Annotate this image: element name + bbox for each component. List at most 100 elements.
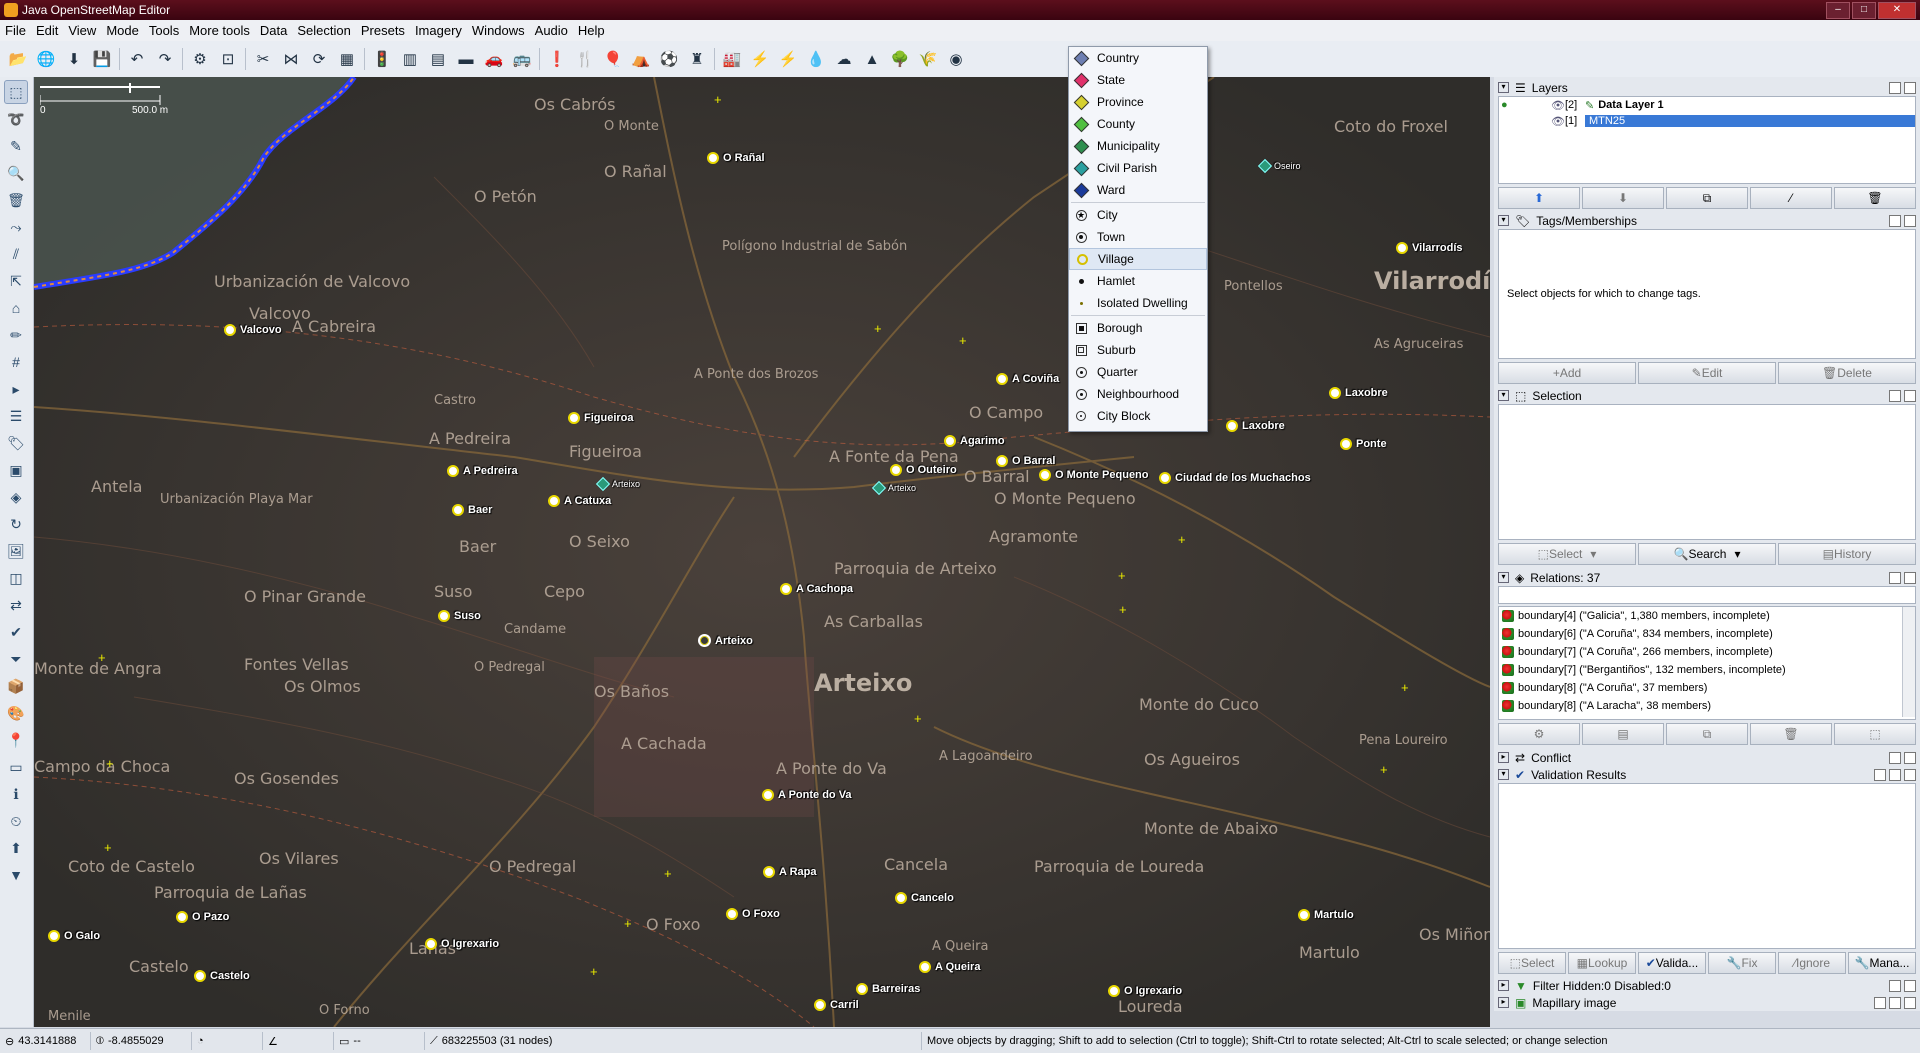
place-icon[interactable]: ◉	[945, 48, 967, 70]
menu-item-province[interactable]: Province	[1069, 91, 1207, 113]
combine-way-icon[interactable]: ⋈	[280, 48, 302, 70]
close-panel-icon[interactable]	[1904, 980, 1916, 992]
signal-icon[interactable]: ▤	[427, 48, 449, 70]
place-node[interactable]: Carril	[814, 999, 859, 1011]
menu-file[interactable]: File	[0, 23, 31, 38]
collapse-toggle-icon[interactable]: ▾	[1498, 769, 1509, 780]
edit-relation-button[interactable]: ▤	[1582, 723, 1664, 745]
menu-item-country[interactable]: Country	[1069, 47, 1207, 69]
leisure-icon[interactable]: 🎈	[602, 48, 624, 70]
close-panel-icon[interactable]	[1904, 997, 1916, 1009]
validation-toggle-icon[interactable]: ✔	[4, 620, 28, 644]
menu-item-neighbourhood[interactable]: Neighbourhood	[1069, 383, 1207, 405]
imagery-toggle-icon[interactable]: ▭	[4, 755, 28, 779]
tags-toggle-icon[interactable]: 🏷	[4, 431, 28, 455]
settings-icon[interactable]	[1874, 769, 1886, 781]
filter-toggle-icon[interactable]: ⏷	[4, 647, 28, 671]
place-node[interactable]: Barreiras	[856, 983, 920, 995]
place-node[interactable]: O Monte Pequeno	[1039, 469, 1149, 481]
sport-icon[interactable]: ⚽	[658, 48, 680, 70]
move-down-button[interactable]: ⬇	[1582, 187, 1664, 209]
notes-toggle-icon[interactable]: 📍	[4, 728, 28, 752]
paint-style-icon[interactable]: 🎨	[4, 701, 28, 725]
ignore-button[interactable]: ⁄ Ignore	[1778, 952, 1846, 974]
peak-icon[interactable]: ▲	[861, 48, 883, 70]
changeset-toggle-icon[interactable]: 📦	[4, 674, 28, 698]
validation-panel-header[interactable]: ▾ ✔ Validation Results	[1494, 766, 1920, 783]
node-marker[interactable]: +	[1401, 681, 1409, 694]
node-marker[interactable]: +	[874, 322, 882, 335]
detach-icon[interactable]	[1889, 752, 1901, 764]
traffic-light-icon[interactable]: 🚦	[371, 48, 393, 70]
node-marker[interactable]: +	[714, 93, 722, 106]
add-tag-button[interactable]: + Add	[1498, 362, 1636, 384]
undo-icon[interactable]: ↶	[126, 48, 148, 70]
close-panel-icon[interactable]	[1904, 769, 1916, 781]
detach-icon[interactable]	[1889, 215, 1901, 227]
car-icon[interactable]: 🚗	[483, 48, 505, 70]
preferences-icon[interactable]: ⚙	[189, 48, 211, 70]
menu-audio[interactable]: Audio	[530, 23, 573, 38]
info-icon[interactable]: ℹ	[4, 782, 28, 806]
tags-panel-header[interactable]: ▾ 🏷 Tags/Memberships	[1494, 212, 1920, 229]
collapse-toggle-icon[interactable]: ▾	[1498, 572, 1509, 583]
node-marker[interactable]: +	[104, 841, 112, 854]
history-icon[interactable]: ⏲	[4, 809, 28, 833]
map-view[interactable]: 0 500.0 m Os Cabrós O Monte O Rañal O Pe…	[34, 77, 1490, 1027]
select-button[interactable]: ⬚ Select ▾	[1498, 543, 1636, 565]
expand-toggle-icon[interactable]: ▸	[1498, 997, 1509, 1008]
place-node[interactable]: O Pazo	[176, 911, 229, 923]
relation-row[interactable]: boundary[7] ("A Coruña", 266 members, in…	[1499, 643, 1915, 661]
tourism-icon[interactable]: ⛺	[630, 48, 652, 70]
delete-relation-button[interactable]: 🗑	[1750, 723, 1832, 745]
zoom-fit-icon[interactable]: ⊡	[217, 48, 239, 70]
extrude-icon[interactable]: ⇱	[4, 269, 28, 293]
place-node[interactable]: Vilarrodís	[1396, 242, 1463, 254]
menu-view[interactable]: View	[63, 23, 101, 38]
menu-item-suburb[interactable]: Suburb	[1069, 339, 1207, 361]
collapse-toggle-icon[interactable]: ▾	[1498, 82, 1509, 93]
validate-button[interactable]: ✔ Valida...	[1638, 952, 1706, 974]
layer-row[interactable]: 👁 [1] MTN25	[1499, 113, 1915, 129]
visibility-eye-icon[interactable]: 👁	[1551, 99, 1565, 112]
power-icon[interactable]: ⚡	[749, 48, 771, 70]
place-node[interactable]: Martulo	[1298, 909, 1354, 921]
place-node[interactable]: Cancelo	[895, 892, 954, 904]
layer-settings-button[interactable]: ⁄	[1750, 187, 1832, 209]
close-button[interactable]: ✕	[1878, 2, 1916, 19]
menu-item-state[interactable]: State	[1069, 69, 1207, 91]
delete-mode-icon[interactable]: 🗑	[4, 188, 28, 212]
place-node[interactable]: O Igrexario	[425, 938, 499, 950]
node-marker[interactable]: +	[98, 651, 106, 664]
upload-icon[interactable]: ⬆	[4, 836, 28, 860]
detach-icon[interactable]	[1889, 997, 1901, 1009]
place-node[interactable]: Agarimo	[944, 435, 1005, 447]
filter-panel-header[interactable]: ▸ ▼ Filter Hidden:0 Disabled:0	[1494, 977, 1920, 994]
node-marker[interactable]: +	[1118, 569, 1126, 582]
place-node[interactable]: A Queira	[919, 961, 980, 973]
minimap-toggle-icon[interactable]: ◫	[4, 566, 28, 590]
node-marker[interactable]: +	[664, 867, 672, 880]
expand-toggle-icon[interactable]: ▸	[1498, 980, 1509, 991]
imagery-icon[interactable]: ▦	[336, 48, 358, 70]
lasso-mode-icon[interactable]: ➰	[4, 107, 28, 131]
place-node[interactable]: A Rapa	[763, 866, 817, 878]
node-marker[interactable]: +	[1119, 603, 1127, 616]
pencil-icon[interactable]: ✏	[4, 323, 28, 347]
history-button[interactable]: ▤ History	[1778, 543, 1916, 565]
bus-icon[interactable]: 🚌	[511, 48, 533, 70]
image-toggle-icon[interactable]: 🖼	[4, 539, 28, 563]
detach-icon[interactable]	[1889, 82, 1901, 94]
place-node[interactable]: A Cachopa	[780, 583, 853, 595]
detach-icon[interactable]	[1889, 769, 1901, 781]
menu-item-civil-parish[interactable]: Civil Parish	[1069, 157, 1207, 179]
power-line-icon[interactable]: ⚡	[777, 48, 799, 70]
zoom-mode-icon[interactable]: 🔍	[4, 161, 28, 185]
place-node[interactable]: Laxobre	[1329, 387, 1388, 399]
detach-icon[interactable]	[1889, 572, 1901, 584]
relation-row[interactable]: boundary[8] ("A Laracha", 38 members)	[1499, 697, 1915, 715]
collapse-toggle-icon[interactable]: ▾	[1498, 390, 1509, 401]
menu-mode[interactable]: Mode	[101, 23, 144, 38]
collapse-toggle-icon[interactable]: ▾	[1498, 215, 1509, 226]
boundary-node[interactable]: Oseiro	[1257, 158, 1301, 174]
